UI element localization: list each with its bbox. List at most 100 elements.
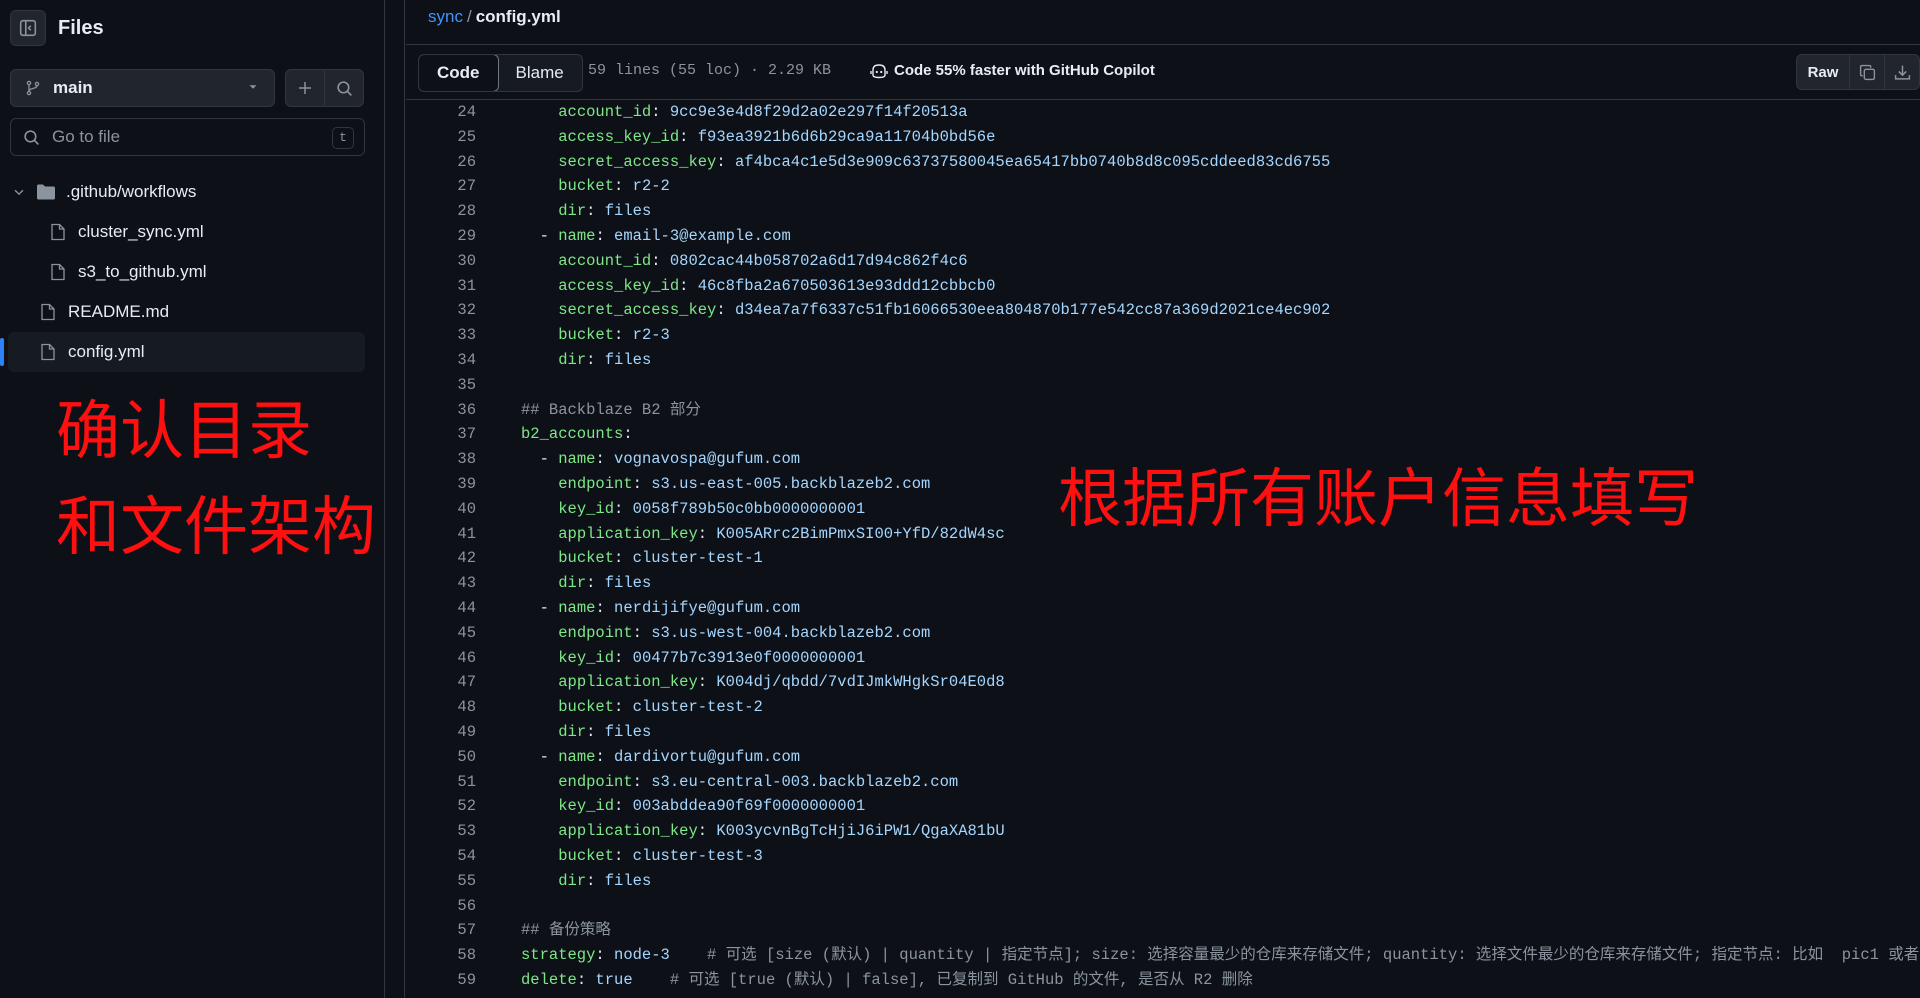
line-number[interactable]: 41 (406, 522, 476, 547)
yaml-value: email-3@example.com (614, 226, 791, 245)
line-number[interactable]: 47 (406, 670, 476, 695)
yaml-value: s3.eu-central-003.backblazeb2.com (651, 772, 959, 791)
line-number[interactable]: 46 (406, 646, 476, 671)
yaml-value: cluster-test-3 (632, 846, 763, 865)
copy-raw-button[interactable] (1850, 55, 1884, 89)
chevron-down-icon (14, 189, 24, 196)
line-number[interactable]: 57 (406, 918, 476, 943)
yaml-key: name (558, 226, 596, 245)
code-line: 24 account_id: 9cc9e3e4d8f29d2a02e297f14… (406, 100, 1920, 125)
go-to-file-input[interactable] (50, 126, 324, 148)
line-number[interactable]: 28 (406, 199, 476, 224)
code-line: 36 ## Backblaze B2 部分 (406, 398, 1920, 423)
tree-file-s3-to-github[interactable]: s3_to_github.yml (0, 252, 385, 292)
line-content: bucket: cluster-test-3 (521, 844, 763, 869)
collapse-sidebar-button[interactable] (10, 10, 46, 46)
download-raw-button[interactable] (1884, 55, 1919, 89)
code-comment: ## Backblaze B2 部分 (521, 400, 701, 419)
yaml-key: dir (558, 202, 587, 221)
line-number[interactable]: 25 (406, 125, 476, 150)
yaml-colon: : (595, 226, 615, 245)
line-number[interactable]: 32 (406, 298, 476, 323)
line-number[interactable]: 51 (406, 770, 476, 795)
yaml-colon: : (651, 251, 670, 270)
line-content: dir: files (521, 869, 651, 894)
tree-file-readme[interactable]: README.md (0, 292, 385, 332)
line-number[interactable]: 36 (406, 398, 476, 423)
search-code-button[interactable] (325, 70, 363, 106)
yaml-value: node-3 (614, 946, 670, 965)
code-line: 57 ## 备份策略 (406, 918, 1920, 943)
line-number[interactable]: 37 (406, 422, 476, 447)
line-number[interactable]: 48 (406, 695, 476, 720)
line-content: bucket: cluster-test-2 (521, 695, 763, 720)
line-number[interactable]: 39 (406, 472, 476, 497)
line-number[interactable]: 42 (406, 546, 476, 571)
branch-selector[interactable]: main (10, 69, 275, 107)
yaml-colon: : (595, 598, 615, 617)
code-line: 45 endpoint: s3.us-west-004.backblazeb2.… (406, 621, 1920, 646)
yaml-colon: : (679, 276, 698, 295)
line-number[interactable]: 27 (406, 174, 476, 199)
tree-folder-github-workflows[interactable]: .github/workflows (0, 172, 385, 212)
yaml-value: 00477b7c3913e0f0000000001 (632, 648, 866, 667)
tree-file-cluster-sync[interactable]: cluster_sync.yml (0, 212, 385, 252)
line-number[interactable]: 34 (406, 348, 476, 373)
go-to-file-field[interactable]: t (10, 118, 365, 156)
line-number[interactable]: 35 (406, 373, 476, 398)
line-number[interactable]: 53 (406, 819, 476, 844)
line-number[interactable]: 24 (406, 100, 476, 125)
code-line: 59 delete: true # 可选 [true (默认) | false],… (406, 968, 1920, 993)
annotation-left-line2: 和文件架构 (56, 491, 376, 565)
yaml-value: vognavospa@gufum.com (614, 450, 801, 469)
line-number[interactable]: 49 (406, 720, 476, 745)
sidebar-resize-handle[interactable] (385, 0, 405, 998)
breadcrumb-repo-link[interactable]: sync (428, 7, 463, 26)
code-line: 25 access_key_id: f93ea3921b6d6b29ca9a11… (406, 125, 1920, 150)
code-line: 54 bucket: cluster-test-3 (406, 844, 1920, 869)
raw-button[interactable]: Raw (1797, 55, 1850, 89)
line-number[interactable]: 58 (406, 943, 476, 968)
line-number[interactable]: 38 (406, 447, 476, 472)
code-comment: ## 备份策略 (521, 921, 611, 940)
line-number[interactable]: 55 (406, 869, 476, 894)
tab-code[interactable]: Code (418, 55, 499, 91)
yaml-value: K004dj/qbdd/7vdIJmkWHgkSr04E0d8 (716, 673, 1005, 692)
file-tree: .github/workflows cluster_sync.yml s3_to… (0, 172, 385, 372)
code-line: 31 access_key_id: 46c8fba2a670503613e93d… (406, 274, 1920, 299)
line-number[interactable]: 33 (406, 323, 476, 348)
line-indent: - (521, 747, 559, 766)
line-number[interactable]: 29 (406, 224, 476, 249)
line-number[interactable]: 40 (406, 497, 476, 522)
copilot-promo-link[interactable]: Code 55% faster with GitHub Copilot (870, 62, 1155, 79)
line-number[interactable]: 43 (406, 571, 476, 596)
yaml-key: endpoint (558, 623, 633, 642)
line-number[interactable]: 30 (406, 249, 476, 274)
line-number[interactable]: 31 (406, 274, 476, 299)
yaml-colon: : (614, 549, 633, 568)
tab-blame[interactable]: Blame (498, 55, 582, 91)
line-number[interactable]: 50 (406, 745, 476, 770)
yaml-colon: : (697, 822, 717, 841)
yaml-colon: : (586, 574, 605, 593)
line-number[interactable]: 59 (406, 968, 476, 993)
line-number[interactable]: 54 (406, 844, 476, 869)
line-number[interactable]: 45 (406, 621, 476, 646)
line-number[interactable]: 26 (406, 150, 476, 175)
breadcrumb-separator: / (466, 7, 472, 26)
add-file-button[interactable] (286, 70, 325, 106)
line-number[interactable]: 44 (406, 596, 476, 621)
line-content: application_key: K005ARrc2BimPmxSI00+YfD… (521, 522, 1005, 547)
line-number[interactable]: 56 (406, 894, 476, 919)
file-meta: 59 lines (55 loc) · 2.29 KB (588, 62, 832, 79)
code-line: 47 application_key: K004dj/qbdd/7vdIJmkW… (406, 670, 1920, 695)
tree-file-config[interactable]: config.yml (0, 332, 365, 372)
line-number[interactable]: 52 (406, 794, 476, 819)
code-line: 49 dir: files (406, 720, 1920, 745)
